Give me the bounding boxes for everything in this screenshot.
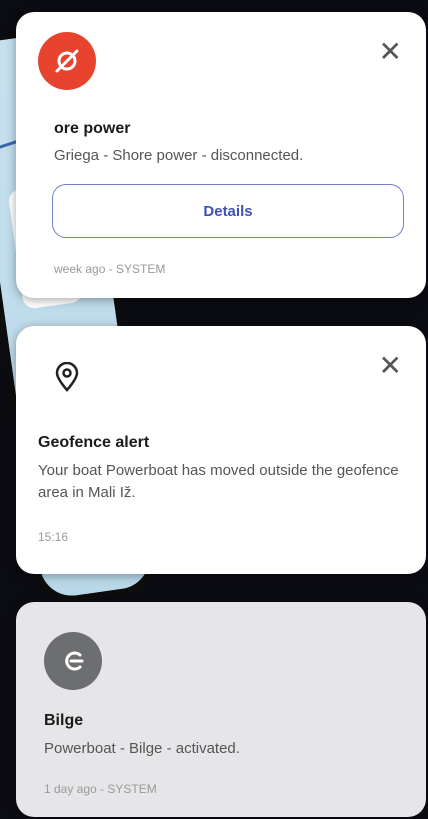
- notification-shore-power[interactable]: ✕ ore power Griega - Shore power - disco…: [16, 12, 426, 298]
- notification-body: Your boat Powerboat has moved outside th…: [38, 462, 399, 501]
- notification-bilge[interactable]: Bilge Powerboat - Bilge - activated. 1 d…: [16, 602, 426, 817]
- location-pin-icon: [38, 348, 96, 406]
- notification-geofence[interactable]: ✕ Geofence alert Your boat Powerboat has…: [16, 326, 426, 574]
- plug-icon: [38, 32, 96, 90]
- details-button[interactable]: Details: [52, 184, 404, 238]
- notification-body: Griega - Shore power - disconnected.: [54, 147, 304, 164]
- notification-meta: week ago - SYSTEM: [54, 262, 166, 276]
- notification-title: ore power: [54, 120, 131, 137]
- notification-title: Geofence alert: [38, 434, 150, 451]
- notification-title: Bilge: [44, 712, 84, 729]
- notification-meta: 15:16: [38, 530, 69, 544]
- notification-meta: 1 day ago - SYSTEM: [44, 782, 157, 796]
- notification-body: Powerboat - Bilge - activated.: [44, 740, 240, 757]
- close-icon[interactable]: ✕: [379, 38, 402, 66]
- close-icon[interactable]: ✕: [379, 352, 402, 380]
- bilge-icon: [44, 632, 102, 690]
